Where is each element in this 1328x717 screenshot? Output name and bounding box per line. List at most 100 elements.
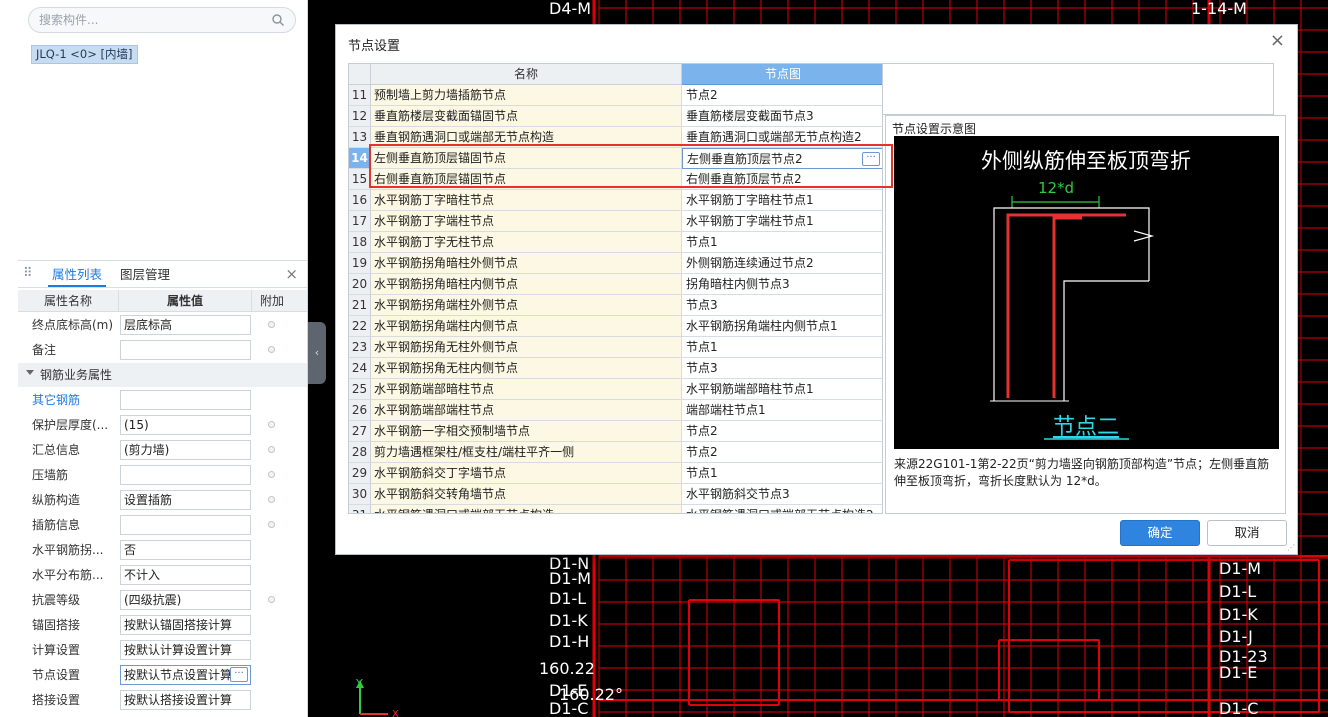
table-row[interactable]: 29 水平钢筋斜交丁字墙节点 节点1 (349, 463, 882, 484)
node-diagram-cell[interactable]: 拐角暗柱内侧节点3 (682, 274, 882, 295)
property-value[interactable]: (四级抗震) (120, 590, 251, 610)
property-value[interactable]: 层底标高 (120, 315, 251, 335)
drag-grip-icon[interactable]: ⠿ (23, 267, 33, 281)
node-diagram-cell[interactable]: 垂直筋遇洞口或端部无节点构造2 (682, 127, 882, 148)
table-row[interactable]: 16 水平钢筋丁字暗柱节点 水平钢筋丁字暗柱节点1 (349, 190, 882, 211)
property-value[interactable] (120, 515, 251, 535)
extra-checkbox[interactable] (268, 496, 275, 503)
node-diagram-cell[interactable]: 节点2 (682, 442, 882, 463)
table-row[interactable]: 24 水平钢筋拐角无柱内侧节点 节点3 (349, 358, 882, 379)
collapse-triangle-icon[interactable] (26, 370, 34, 375)
ok-button[interactable]: 确定 (1120, 520, 1200, 546)
resize-grip-icon[interactable]: ⋰ (1287, 544, 1295, 552)
property-value[interactable]: 按默认搭接设置计算 (120, 690, 251, 710)
node-name-cell: 垂直钢筋遇洞口或端部无节点构造 (371, 127, 682, 148)
node-diagram-cell[interactable]: 水平钢筋斜交节点3 (682, 484, 882, 505)
search-input[interactable] (39, 11, 259, 29)
node-diagram-cell[interactable]: 节点1 (682, 337, 882, 358)
tab-property-list[interactable]: 属性列表 (48, 265, 107, 287)
property-name: 保护层厚度(... (32, 418, 109, 432)
node-diagram-cell[interactable]: 右侧垂直筋顶层节点2 (682, 169, 882, 190)
header-name: 名称 (371, 64, 682, 85)
node-diagram-cell[interactable]: 水平钢筋丁字端柱节点1 (682, 211, 882, 232)
node-diagram-value: 节点1 (686, 340, 718, 354)
row-number: 23 (349, 337, 371, 358)
table-row[interactable]: 26 水平钢筋端部端柱节点 端部端柱节点1 (349, 400, 882, 421)
table-row[interactable]: 30 水平钢筋斜交转角墙节点 水平钢筋斜交节点3 (349, 484, 882, 505)
extra-checkbox[interactable] (268, 321, 275, 328)
property-name: 节点设置 (32, 668, 81, 682)
more-options-icon[interactable]: ··· (862, 152, 880, 166)
node-diagram-cell[interactable]: 左侧垂直筋顶层节点2 ··· (682, 148, 882, 169)
property-value[interactable]: (15) (120, 415, 251, 435)
table-row[interactable]: 22 水平钢筋拐角端柱内侧节点 水平钢筋拐角端柱内侧节点1 (349, 316, 882, 337)
property-name[interactable]: 其它钢筋 (32, 391, 120, 409)
table-row[interactable]: 15 右侧垂直筋顶层锚固节点 右侧垂直筋顶层节点2 (349, 169, 882, 190)
table-row[interactable]: 18 水平钢筋丁字无柱节点 节点1 (349, 232, 882, 253)
search-box (28, 7, 296, 33)
node-diagram-cell[interactable]: 节点1 (682, 232, 882, 253)
node-diagram-cell[interactable]: 水平钢筋端部暗柱节点1 (682, 379, 882, 400)
node-diagram-cell[interactable]: 水平钢筋遇洞口或端部无节点构造2 (682, 505, 882, 513)
table-row[interactable]: 25 水平钢筋端部暗柱节点 水平钢筋端部暗柱节点1 (349, 379, 882, 400)
node-diagram-value: 节点2 (686, 445, 718, 459)
table-row[interactable]: 31水平钢筋遇洞口或端部无节点构造水平钢筋遇洞口或端部无节点构造2 (349, 505, 882, 513)
property-value[interactable]: (剪力墙) (120, 440, 251, 460)
component-tag[interactable]: JLQ-1 <0> [内墙] (31, 45, 138, 64)
extra-checkbox[interactable] (268, 471, 275, 478)
node-diagram-cell[interactable]: 垂直筋楼层变截面节点3 (682, 106, 882, 127)
property-value[interactable]: 按默认锚固搭接计算 (120, 615, 251, 635)
node-diagram-cell[interactable]: 水平钢筋拐角端柱内侧节点1 (682, 316, 882, 337)
node-name-cell: 左侧垂直筋顶层锚固节点 (371, 148, 682, 169)
extra-checkbox[interactable] (268, 346, 275, 353)
collapse-panel-handle[interactable]: ‹ (308, 322, 326, 384)
table-row[interactable]: 27 水平钢筋一字相交预制墙节点 节点2 (349, 421, 882, 442)
node-diagram-cell[interactable]: 水平钢筋丁字暗柱节点1 (682, 190, 882, 211)
table-row[interactable]: 19 水平钢筋拐角暗柱外侧节点 外侧钢筋连续通过节点2 (349, 253, 882, 274)
row-number: 25 (349, 379, 371, 400)
row-number: 26 (349, 400, 371, 421)
node-name-cell: 水平钢筋丁字无柱节点 (371, 232, 682, 253)
node-diagram-cell[interactable]: 节点2 (682, 85, 882, 106)
node-diagram-value: 节点1 (686, 466, 718, 480)
property-value[interactable]: 不计入 (120, 565, 251, 585)
property-value[interactable] (120, 390, 251, 410)
close-icon[interactable]: × (285, 265, 298, 283)
row-number: 14 (349, 148, 371, 169)
property-group-header[interactable]: 钢筋业务属性 (18, 363, 307, 387)
node-diagram-cell[interactable]: 端部端柱节点1 (682, 400, 882, 421)
table-row[interactable]: 11 预制墙上剪力墙插筋节点 节点2 (349, 85, 882, 106)
table-row[interactable]: 21 水平钢筋拐角端柱外侧节点 节点3 (349, 295, 882, 316)
property-value[interactable]: 设置插筋 (120, 490, 251, 510)
property-value[interactable] (120, 340, 251, 360)
node-diagram-cell[interactable]: 外侧钢筋连续通过节点2 (682, 253, 882, 274)
property-value[interactable]: 否 (120, 540, 251, 560)
extra-checkbox[interactable] (268, 521, 275, 528)
table-row[interactable]: 14 左侧垂直筋顶层锚固节点 左侧垂直筋顶层节点2 ··· (349, 148, 882, 169)
table-row[interactable]: 17 水平钢筋丁字端柱节点 水平钢筋丁字端柱节点1 (349, 211, 882, 232)
cancel-button[interactable]: 取消 (1207, 520, 1287, 546)
extra-checkbox[interactable] (268, 596, 275, 603)
table-row[interactable]: 20 水平钢筋拐角暗柱内侧节点 拐角暗柱内侧节点3 (349, 274, 882, 295)
node-name-cell: 右侧垂直筋顶层锚固节点 (371, 169, 682, 190)
table-row[interactable]: 28 剪力墙遇框架柱/框支柱/端柱平齐一侧 节点2 (349, 442, 882, 463)
header-property-name: 属性名称 (18, 290, 119, 312)
node-diagram-cell[interactable]: 节点1 (682, 463, 882, 484)
close-icon[interactable]: × (1270, 31, 1285, 51)
property-value[interactable]: 按默认计算设置计算 (120, 640, 251, 660)
table-row[interactable]: 13 垂直钢筋遇洞口或端部无节点构造 垂直筋遇洞口或端部无节点构造2 (349, 127, 882, 148)
node-diagram-cell[interactable]: 节点3 (682, 295, 882, 316)
node-diagram-cell[interactable]: 节点2 (682, 421, 882, 442)
extra-checkbox[interactable] (268, 446, 275, 453)
extra-checkbox[interactable] (268, 421, 275, 428)
search-icon[interactable] (271, 13, 285, 27)
node-diagram-value: 水平钢筋遇洞口或端部无节点构造2 (686, 508, 874, 513)
table-row[interactable]: 12 垂直筋楼层变截面锚固节点 垂直筋楼层变截面节点3 (349, 106, 882, 127)
node-diagram-cell[interactable]: 节点3 (682, 358, 882, 379)
property-value[interactable] (120, 465, 251, 485)
cad-label: D1-C (549, 699, 589, 717)
table-row[interactable]: 23 水平钢筋拐角无柱外侧节点 节点1 (349, 337, 882, 358)
diagram-dimension: 12*d (1038, 179, 1074, 197)
tab-layer-management[interactable]: 图层管理 (116, 265, 174, 287)
more-options-icon[interactable]: ··· (230, 667, 248, 682)
